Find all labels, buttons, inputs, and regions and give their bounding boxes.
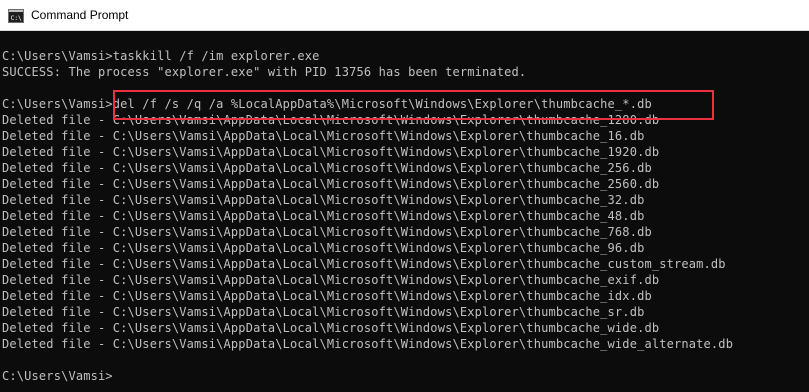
console-line-15: Deleted file - C:\Users\Vamsi\AppData\Lo…: [2, 257, 726, 271]
console-line-12: Deleted file - C:\Users\Vamsi\AppData\Lo…: [2, 209, 645, 223]
console-line-17: Deleted file - C:\Users\Vamsi\AppData\Lo…: [2, 289, 652, 303]
window-title: Command Prompt: [31, 8, 129, 22]
command-prompt-window: C:\ Command Prompt C:\Users\Vamsi>taskki…: [0, 0, 809, 392]
console-line-7: Deleted file - C:\Users\Vamsi\AppData\Lo…: [2, 129, 645, 143]
highlight-box: [113, 90, 714, 120]
console-line-20: Deleted file - C:\Users\Vamsi\AppData\Lo…: [2, 337, 734, 351]
cmd-icon: C:\: [8, 9, 24, 23]
console-line-19: Deleted file - C:\Users\Vamsi\AppData\Lo…: [2, 321, 660, 335]
svg-text:C:\: C:\: [11, 15, 22, 22]
title-bar[interactable]: C:\ Command Prompt: [0, 0, 809, 31]
console-line-13: Deleted file - C:\Users\Vamsi\AppData\Lo…: [2, 225, 652, 239]
console-line-9: Deleted file - C:\Users\Vamsi\AppData\Lo…: [2, 161, 652, 175]
console-line-3: SUCCESS: The process "explorer.exe" with…: [2, 65, 527, 79]
console-line-14: Deleted file - C:\Users\Vamsi\AppData\Lo…: [2, 241, 645, 255]
console-line-16: Deleted file - C:\Users\Vamsi\AppData\Lo…: [2, 273, 660, 287]
console-prompt-line[interactable]: C:\Users\Vamsi>: [2, 368, 113, 384]
console-line-10: Deleted file - C:\Users\Vamsi\AppData\Lo…: [2, 177, 660, 191]
console-line-11: Deleted file - C:\Users\Vamsi\AppData\Lo…: [2, 193, 645, 207]
console-line-8: Deleted file - C:\Users\Vamsi\AppData\Lo…: [2, 145, 660, 159]
console-line-18: Deleted file - C:\Users\Vamsi\AppData\Lo…: [2, 305, 645, 319]
console-line-2: C:\Users\Vamsi>taskkill /f /im explorer.…: [2, 49, 320, 63]
console-output[interactable]: C:\Users\Vamsi>taskkill /f /im explorer.…: [0, 31, 809, 392]
